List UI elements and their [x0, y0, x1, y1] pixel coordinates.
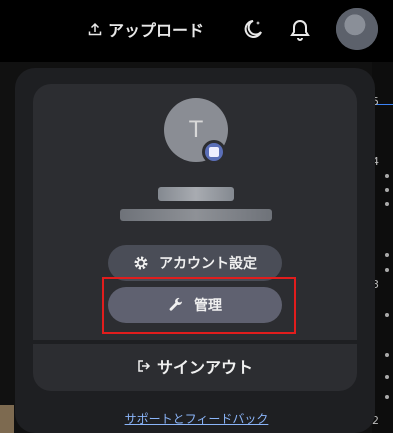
- background-dot: [385, 313, 389, 317]
- background-dot: [385, 375, 389, 379]
- upload-button[interactable]: アップロード: [88, 16, 204, 42]
- gear-icon: [134, 256, 148, 270]
- background-strip: [372, 62, 393, 433]
- top-bar: アップロード: [0, 0, 393, 62]
- user-email-redacted: [120, 209, 272, 221]
- background-dot: [385, 188, 389, 192]
- change-photo-icon[interactable]: [202, 140, 226, 164]
- user-name-redacted: [158, 187, 234, 201]
- upload-label: アップロード: [108, 21, 205, 40]
- background-dot: [385, 353, 389, 357]
- background-dot: [385, 202, 389, 206]
- support-feedback-link[interactable]: サポートとフィードバック: [0, 410, 393, 427]
- signout-button[interactable]: サインアウト: [33, 346, 357, 386]
- theme-toggle-icon[interactable]: [240, 18, 264, 42]
- signout-icon: [138, 360, 151, 372]
- highlight-box: [102, 277, 296, 334]
- signout-label: サインアウト: [156, 358, 253, 377]
- background-dot: [385, 174, 389, 178]
- upload-icon: [88, 22, 102, 36]
- account-settings-button[interactable]: アカウント設定: [108, 245, 282, 281]
- background-dot: [385, 268, 389, 272]
- notification-bell-icon[interactable]: [289, 18, 311, 42]
- background-dot: [385, 395, 389, 399]
- user-avatar-button[interactable]: [336, 8, 378, 50]
- background-dot: [385, 253, 389, 257]
- menu-divider: [33, 340, 357, 344]
- account-settings-label: アカウント設定: [159, 256, 257, 272]
